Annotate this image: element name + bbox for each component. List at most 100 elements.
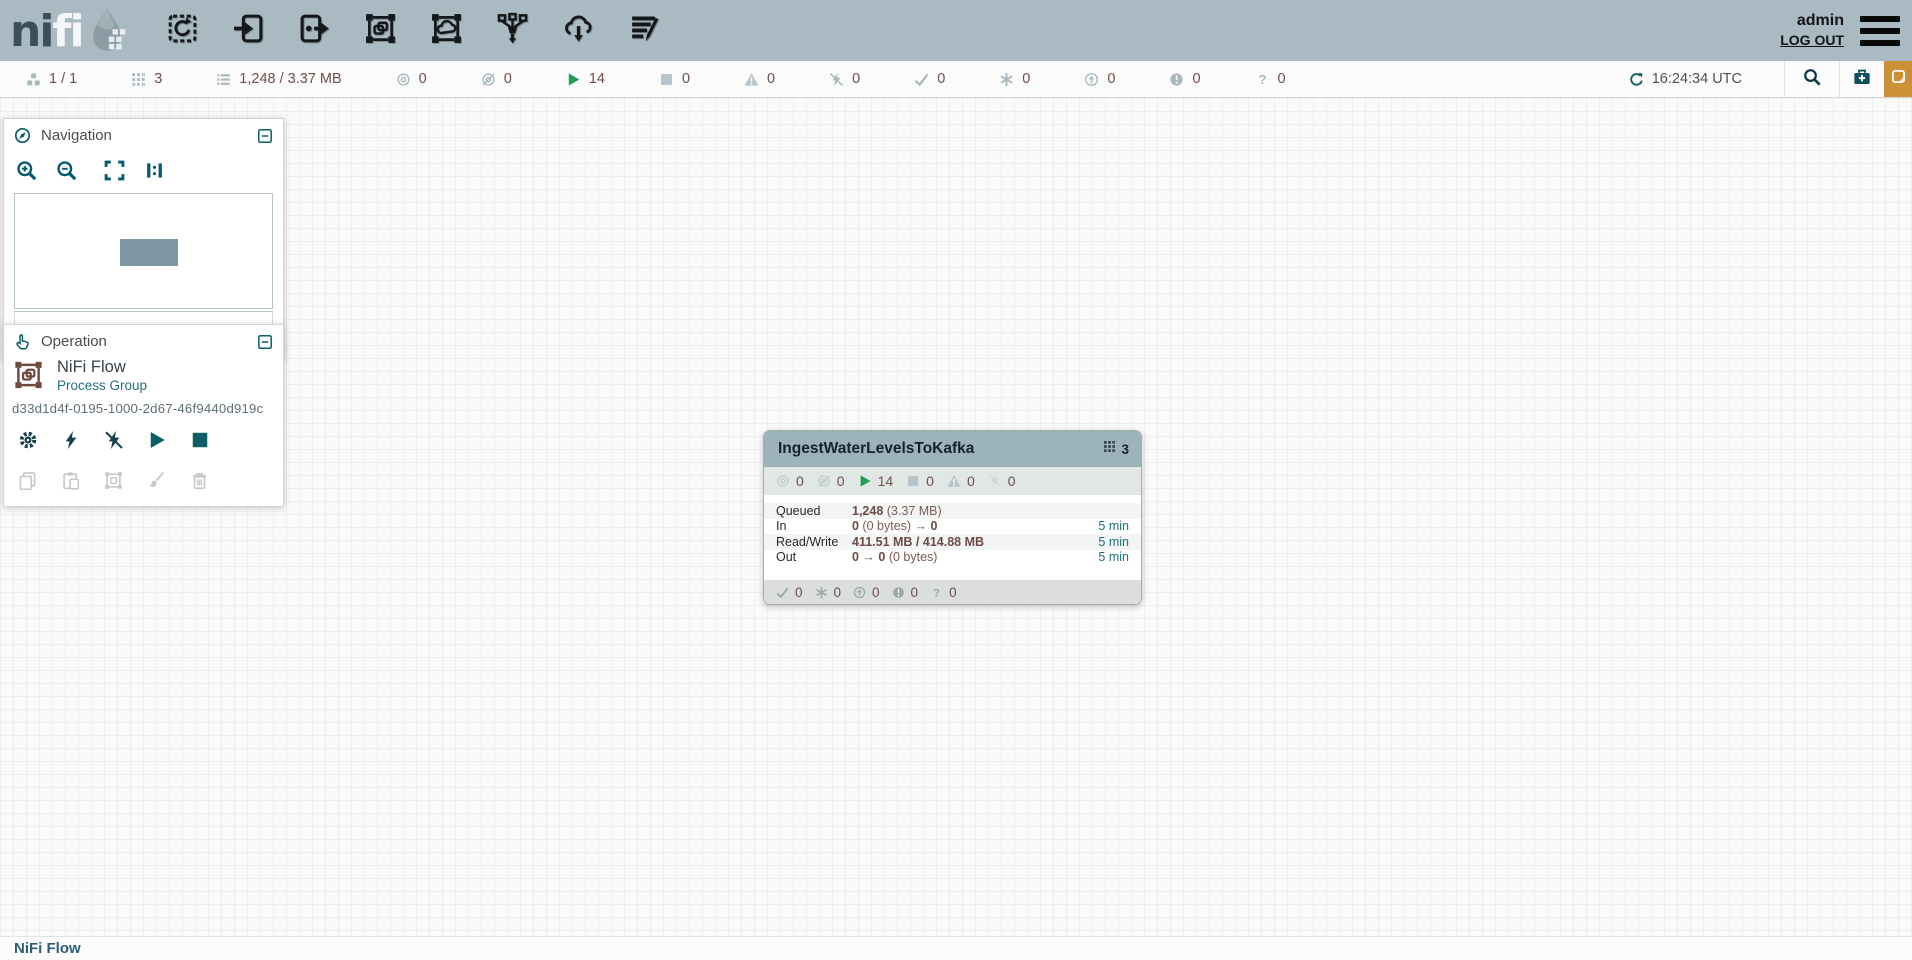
svg-text:?: ? [933,587,940,598]
status-not-transmitting: 0 [481,71,512,87]
start-button[interactable] [147,430,167,455]
operation-panel: Operation NiFi Flow Process Group d33d1d… [3,324,284,507]
zoom-out-button[interactable] [56,160,77,181]
gear-icon [18,430,38,455]
process-group-version-row: 0000?0 [764,580,1141,604]
refresh-status[interactable]: 16:24:34 UTC [1629,61,1742,97]
component-output-port-button[interactable] [295,11,335,51]
lightning-slash-icon [829,72,844,87]
global-menu-button[interactable] [1860,16,1900,46]
component-funnel-button[interactable] [493,11,533,51]
warning-icon [947,474,961,488]
pg-version-locally-modified: 0 [815,585,842,600]
search-icon [1803,68,1821,91]
delete-button[interactable] [190,471,209,495]
selected-component-id: d33d1d4f-0195-1000-2d67-46f9440d919c [12,401,273,416]
component-processor-button[interactable] [163,11,203,51]
pg-status-transmitting: 0 [776,473,804,489]
status-stale: 0 [1084,71,1115,87]
component-template-button[interactable] [559,11,599,51]
component-label-button[interactable] [625,11,665,51]
asterisk-icon [999,72,1014,87]
operation-panel-header[interactable]: Operation [4,325,283,354]
stat-row-queued: Queued1,248 (3.37 MB) [764,503,1141,519]
status-up-to-date: 0 [914,71,945,87]
pg-status-disabled: 0 [988,473,1016,489]
stat-row-out: Out0 → 0 (0 bytes)5 min [764,550,1141,566]
bullseye-slash-icon [481,72,496,87]
status-locally-modified: 0 [999,71,1030,87]
process-group-icon [12,360,45,393]
pg-status-running: 14 [858,473,894,489]
configure-button[interactable] [18,430,38,455]
status-locally-modified-stale: 0 [1169,71,1200,87]
check-icon [776,586,789,599]
paste-button[interactable] [61,471,80,495]
check-icon [914,72,929,87]
status-sync-failure: ?0 [1255,71,1286,87]
zoom-fit-button[interactable] [104,160,125,181]
pg-version-locally-modified-stale: 0 [892,585,919,600]
lightning-slash-icon [988,474,1002,488]
copy-button[interactable] [18,471,37,495]
zoom-actual-size-button[interactable] [144,160,165,181]
process-group-header[interactable]: IngestWaterLevelsToKafka 3 [764,431,1141,467]
top-toolbar: nifi admin LOG OUT [0,0,1912,61]
template-icon [562,12,595,50]
nifi-app: nifi admin LOG OUT 1 / 1 3 1,248 / 3.37 MB… [0,0,1912,960]
remote-process-group-icon [430,12,463,50]
collapse-navigation-button[interactable] [257,128,273,144]
queue-icon [216,72,231,87]
copy-icon [18,471,37,495]
nifi-logo: nifi [10,5,129,57]
flow-analysis-button[interactable] [1840,61,1884,97]
brush-icon [147,471,166,495]
paste-icon [61,471,80,495]
change-color-button[interactable] [147,471,166,495]
status-queued: 1,248 / 3.37 MB [216,71,341,87]
refresh-icon [1629,72,1644,87]
threads-icon [1103,440,1116,458]
group-button[interactable] [104,471,123,495]
lightning-slash-icon [104,430,124,455]
zoom-in-button[interactable] [16,160,37,181]
status-connected-nodes: 1 / 1 [26,71,77,87]
cluster-icon [26,72,41,87]
stat-row-read-write: Read/Write411.51 MB / 414.88 MB5 min [764,534,1141,550]
stop-icon [190,430,210,455]
process-group-component[interactable]: IngestWaterLevelsToKafka 3 0014000 Queue… [763,430,1142,605]
pg-status-stopped: 0 [906,473,934,489]
enable-button[interactable] [61,430,81,455]
status-bar-right: 16:24:34 UTC [1629,61,1912,97]
bulletin-drawer-button[interactable] [1884,61,1912,97]
pg-version-up-to-date: 0 [776,585,803,600]
component-process-group-button[interactable] [361,11,401,51]
component-input-port-button[interactable] [229,11,269,51]
funnel-icon [496,12,529,50]
question-icon: ? [930,586,943,599]
navigation-panel-header[interactable]: Navigation [4,119,283,148]
navigation-tools [4,148,283,191]
disable-button[interactable] [104,430,124,455]
nifi-drop-icon [85,5,129,57]
input-port-icon [232,12,265,50]
stat-row-in: In0 (0 bytes) → 05 min [764,519,1141,535]
bullseye-slash-icon [817,474,831,488]
collapse-operation-button[interactable] [257,334,273,350]
search-button[interactable] [1785,61,1839,97]
minimap[interactable] [14,193,273,309]
breadcrumb[interactable]: NiFi Flow [14,940,81,957]
current-user: admin [1780,12,1844,30]
operation-buttons-secondary [12,455,273,495]
status-invalid: 0 [744,71,775,87]
logout-link[interactable]: LOG OUT [1780,32,1844,48]
flow-canvas[interactable]: Navigation Operation NiFi Flow Pro [0,98,1912,936]
svg-text:?: ? [1258,72,1266,87]
component-remote-process-group-button[interactable] [427,11,467,51]
stop-button[interactable] [190,430,210,455]
note-icon [1891,69,1906,89]
navigation-panel-title: Navigation [41,127,112,144]
status-stopped: 0 [659,71,690,87]
status-bar: 1 / 131,248 / 3.37 MB00140000000?0 16:24… [0,61,1912,98]
active-threads-count: 3 [1121,442,1129,457]
